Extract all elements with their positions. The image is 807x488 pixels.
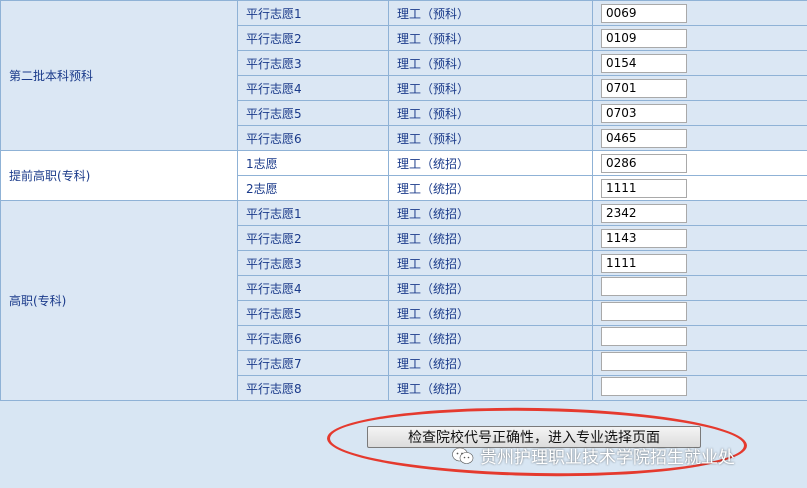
school-code-input[interactable]: 0109: [601, 28, 687, 48]
category-label: 理工（统招）: [388, 350, 593, 376]
school-code-input[interactable]: [601, 327, 687, 346]
category-label: 理工（预科）: [388, 75, 593, 101]
table-row: 提前高职(专科) 1志愿 理工（统招） 0286: [0, 150, 807, 201]
category-label: 理工（统招）: [388, 375, 593, 401]
choice-label: 平行志愿7: [237, 350, 389, 376]
school-code-input[interactable]: [601, 377, 687, 396]
choice-label: 平行志愿5: [237, 300, 389, 326]
category-label: 理工（预科）: [388, 125, 593, 151]
check-codes-submit-button[interactable]: 检查院校代号正确性，进入专业选择页面: [367, 426, 701, 448]
category-label: 理工（预科）: [388, 50, 593, 76]
table-row: 第二批本科预科 平行志愿1 理工（预科） 0069: [0, 0, 807, 151]
school-code-input[interactable]: 0465: [601, 128, 687, 148]
category-label: 理工（统招）: [388, 250, 593, 276]
choice-label: 平行志愿1: [237, 0, 389, 26]
choice-label: 平行志愿5: [237, 100, 389, 126]
category-label: 理工（统招）: [388, 275, 593, 301]
category-label: 理工（预科）: [388, 25, 593, 51]
school-code-input[interactable]: 0286: [601, 153, 687, 173]
category-label: 理工（预科）: [388, 0, 593, 26]
choice-label: 平行志愿4: [237, 275, 389, 301]
category-label: 理工（统招）: [388, 175, 593, 201]
choice-label: 2志愿: [237, 175, 389, 201]
school-code-input[interactable]: 0069: [601, 3, 687, 23]
choice-label: 平行志愿8: [237, 375, 389, 401]
category-label: 理工（统招）: [388, 325, 593, 351]
choice-label: 平行志愿2: [237, 225, 389, 251]
choice-label: 平行志愿6: [237, 325, 389, 351]
category-label: 理工（统招）: [388, 225, 593, 251]
category-label: 理工（统招）: [388, 300, 593, 326]
batch-label: 第二批本科预科: [0, 0, 238, 151]
table-row: 高职(专科) 平行志愿1 理工（统招） 2342: [0, 200, 807, 401]
school-code-input[interactable]: 0154: [601, 53, 687, 73]
category-label: 理工（统招）: [388, 150, 593, 176]
choice-label: 平行志愿3: [237, 250, 389, 276]
school-code-input[interactable]: 2342: [601, 203, 687, 223]
school-code-input[interactable]: 1143: [601, 228, 687, 248]
choice-label: 平行志愿6: [237, 125, 389, 151]
school-code-input[interactable]: 1111: [601, 253, 687, 273]
choice-label: 平行志愿1: [237, 200, 389, 226]
choice-label: 平行志愿3: [237, 50, 389, 76]
volunteer-table: 第二批本科预科 平行志愿1 理工（预科） 0069 平行志愿2 理工（预科） 0…: [0, 0, 807, 401]
category-label: 理工（统招）: [388, 200, 593, 226]
wechat-icon: [452, 447, 474, 465]
school-code-input[interactable]: 0701: [601, 78, 687, 98]
choice-label: 1志愿: [237, 150, 389, 176]
school-code-input[interactable]: 1111: [601, 178, 687, 198]
school-code-input[interactable]: [601, 352, 687, 371]
school-code-input[interactable]: [601, 277, 687, 296]
school-code-input[interactable]: 0703: [601, 103, 687, 123]
batch-label: 高职(专科): [0, 200, 238, 401]
school-code-input[interactable]: [601, 302, 687, 321]
choice-label: 平行志愿4: [237, 75, 389, 101]
choice-label: 平行志愿2: [237, 25, 389, 51]
category-label: 理工（预科）: [388, 100, 593, 126]
batch-label: 提前高职(专科): [0, 150, 238, 201]
